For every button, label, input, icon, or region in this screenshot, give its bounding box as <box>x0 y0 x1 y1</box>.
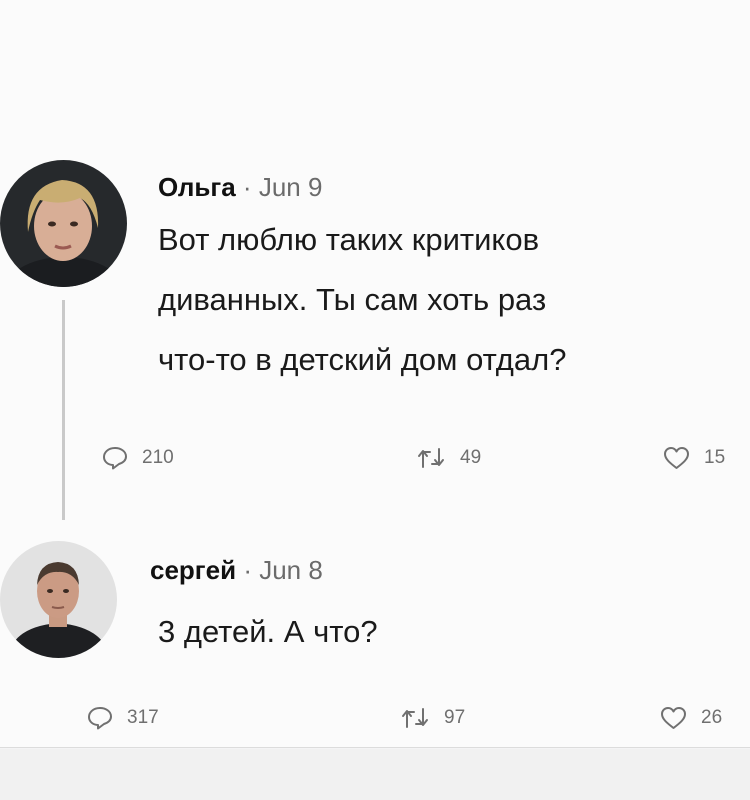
retweet-icon <box>402 708 428 728</box>
speech-bubble-icon <box>88 707 112 730</box>
reply-button[interactable]: 210 <box>102 446 174 470</box>
page-footer-area <box>0 749 750 800</box>
like-button[interactable]: 26 <box>660 706 722 730</box>
reply-button[interactable]: 317 <box>87 706 159 730</box>
retweet-icon <box>418 448 444 468</box>
separator-dot: · <box>242 172 252 202</box>
tweet-text-line: что-то в детский дом отдал? <box>158 342 567 377</box>
retweet-button[interactable]: 97 <box>400 706 465 730</box>
heart-icon <box>661 707 686 729</box>
avatar[interactable] <box>0 160 127 287</box>
speech-bubble-icon <box>103 447 127 470</box>
like-count: 15 <box>704 447 726 468</box>
like-count: 26 <box>701 707 723 728</box>
tweet-text-line: Вот люблю таких критиков <box>158 222 540 257</box>
tweet-thread: Ольга · Jun 9 Вот люблю таких критиков д… <box>0 0 750 748</box>
reply-count: 317 <box>127 707 159 728</box>
tweet-header: сергей · Jun 8 <box>150 555 323 586</box>
retweet-count: 49 <box>460 447 482 468</box>
avatar[interactable] <box>0 541 117 658</box>
tweet-text-line: диванных. Ты сам хоть раз <box>158 282 547 317</box>
author-name[interactable]: Ольга <box>158 172 236 202</box>
author-name[interactable]: сергей <box>150 555 236 585</box>
retweet-count: 97 <box>444 707 466 728</box>
heart-icon <box>664 447 689 469</box>
retweet-button[interactable]: 49 <box>416 446 481 470</box>
tweet-header: Ольга · Jun 9 <box>158 172 322 203</box>
separator-dot: · <box>243 555 252 585</box>
tweet-text-line: 3 детей. А что? <box>158 614 378 649</box>
tweet-text: Вот люблю таких критиков диванных. Ты са… <box>158 210 566 390</box>
reply-count: 210 <box>142 447 174 468</box>
tweet-text: 3 детей. А что? <box>158 602 378 662</box>
tweet-date[interactable]: Jun 9 <box>259 172 323 202</box>
thread-connector-line <box>62 300 65 520</box>
tweet-date[interactable]: Jun 8 <box>259 555 323 585</box>
like-button[interactable]: 15 <box>663 446 725 470</box>
